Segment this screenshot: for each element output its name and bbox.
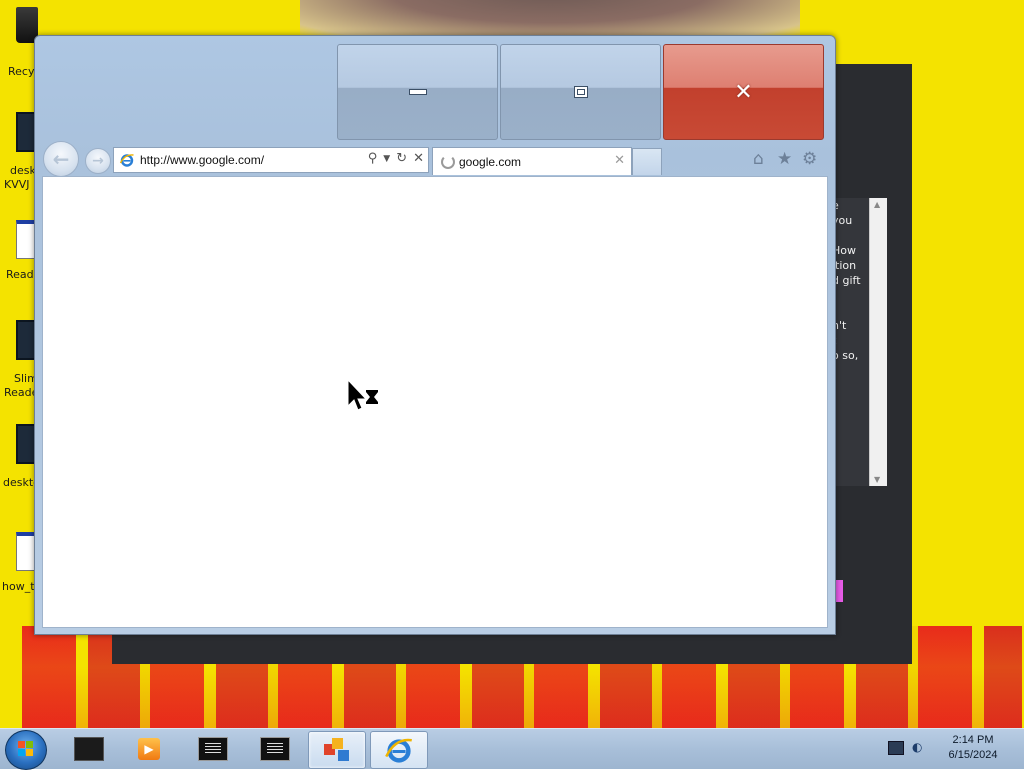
taskbar-terminal-1[interactable] [185, 731, 241, 767]
favorites-star-icon[interactable]: ★ [777, 149, 792, 169]
office-icon [324, 738, 350, 762]
home-icon[interactable]: ⌂ [753, 149, 764, 169]
tools-gear-icon[interactable]: ⚙ [802, 149, 817, 169]
clock-time: 2:14 PM [952, 734, 994, 746]
url-text[interactable]: http://www.google.com/ [140, 153, 264, 167]
desktop-icon-label-line2: KVVJ [4, 178, 30, 191]
search-icon[interactable]: ⚲ [368, 151, 378, 166]
scroll-down-arrow-icon[interactable]: ▼ [874, 475, 880, 484]
taskbar-terminal-2[interactable] [247, 731, 303, 767]
dropdown-arrow-icon[interactable]: ▼ [383, 154, 390, 166]
wallpaper-edge [0, 620, 22, 728]
network-status-icon[interactable]: ◐ [912, 741, 926, 753]
desktop-icon-label: desk [10, 164, 36, 177]
back-button[interactable]: ← [43, 141, 79, 177]
terminal-icon [260, 737, 290, 761]
desktop-icon-label: Read [6, 268, 34, 281]
ie-page-icon [119, 154, 134, 167]
internet-explorer-icon [385, 738, 412, 763]
clock-date: 6/15/2024 [948, 749, 998, 761]
media-player-icon: ▶ [138, 738, 160, 760]
new-tab-button[interactable] [632, 148, 662, 175]
desktop-icon-label: Recy [8, 65, 35, 78]
terminal-icon [198, 737, 228, 761]
taskbar-office[interactable] [308, 731, 366, 769]
taskbar-media-player[interactable]: ▶ [121, 731, 177, 767]
taskbar: ▶ ◐ 2:14 PM 6/15/2024 [0, 728, 1024, 770]
minimize-icon [408, 89, 427, 95]
address-bar-tools: ⚲ ▼ ↻ ✕ [368, 151, 424, 166]
wallpaper-face-graphic [300, 0, 800, 40]
start-button[interactable] [5, 730, 47, 770]
system-tray: ◐ [888, 741, 926, 755]
minimize-button[interactable] [337, 44, 498, 140]
back-arrow-icon: ← [52, 147, 70, 171]
close-icon: ✕ [734, 79, 753, 105]
address-bar[interactable]: http://www.google.com/ ⚲ ▼ ↻ ✕ [113, 147, 429, 173]
busy-cursor-icon [347, 380, 378, 411]
scroll-up-arrow-icon[interactable]: ▲ [874, 200, 880, 209]
page-content-area[interactable] [42, 176, 828, 628]
tab-close-icon[interactable]: ✕ [614, 153, 625, 168]
maximize-icon [573, 86, 588, 98]
taskbar-clock[interactable]: 2:14 PM 6/15/2024 [940, 733, 1006, 763]
windows-logo-icon [18, 741, 33, 756]
loading-spinner-icon [441, 155, 455, 169]
refresh-icon[interactable]: ↻ [396, 151, 407, 166]
taskbar-internet-explorer[interactable] [370, 731, 428, 769]
desktop-icon-label: how_t [2, 580, 35, 593]
browser-window[interactable]: ✕ ← → http://www.google.com/ ⚲ ▼ ↻ ✕ goo… [34, 35, 836, 635]
tab-title: google.com [459, 155, 522, 169]
maximize-button[interactable] [500, 44, 661, 140]
forward-arrow-icon: → [92, 153, 104, 169]
network-monitor-icon[interactable] [888, 741, 904, 755]
taskbar-app-box[interactable] [61, 731, 117, 767]
stop-icon[interactable]: ✕ [413, 151, 424, 166]
forward-button[interactable]: → [85, 148, 111, 174]
black-box-app-icon [74, 737, 104, 761]
close-button[interactable]: ✕ [663, 44, 824, 140]
tab-google[interactable]: google.com ✕ [432, 147, 632, 175]
background-scrollbar[interactable]: ▲ ▼ [869, 198, 887, 486]
